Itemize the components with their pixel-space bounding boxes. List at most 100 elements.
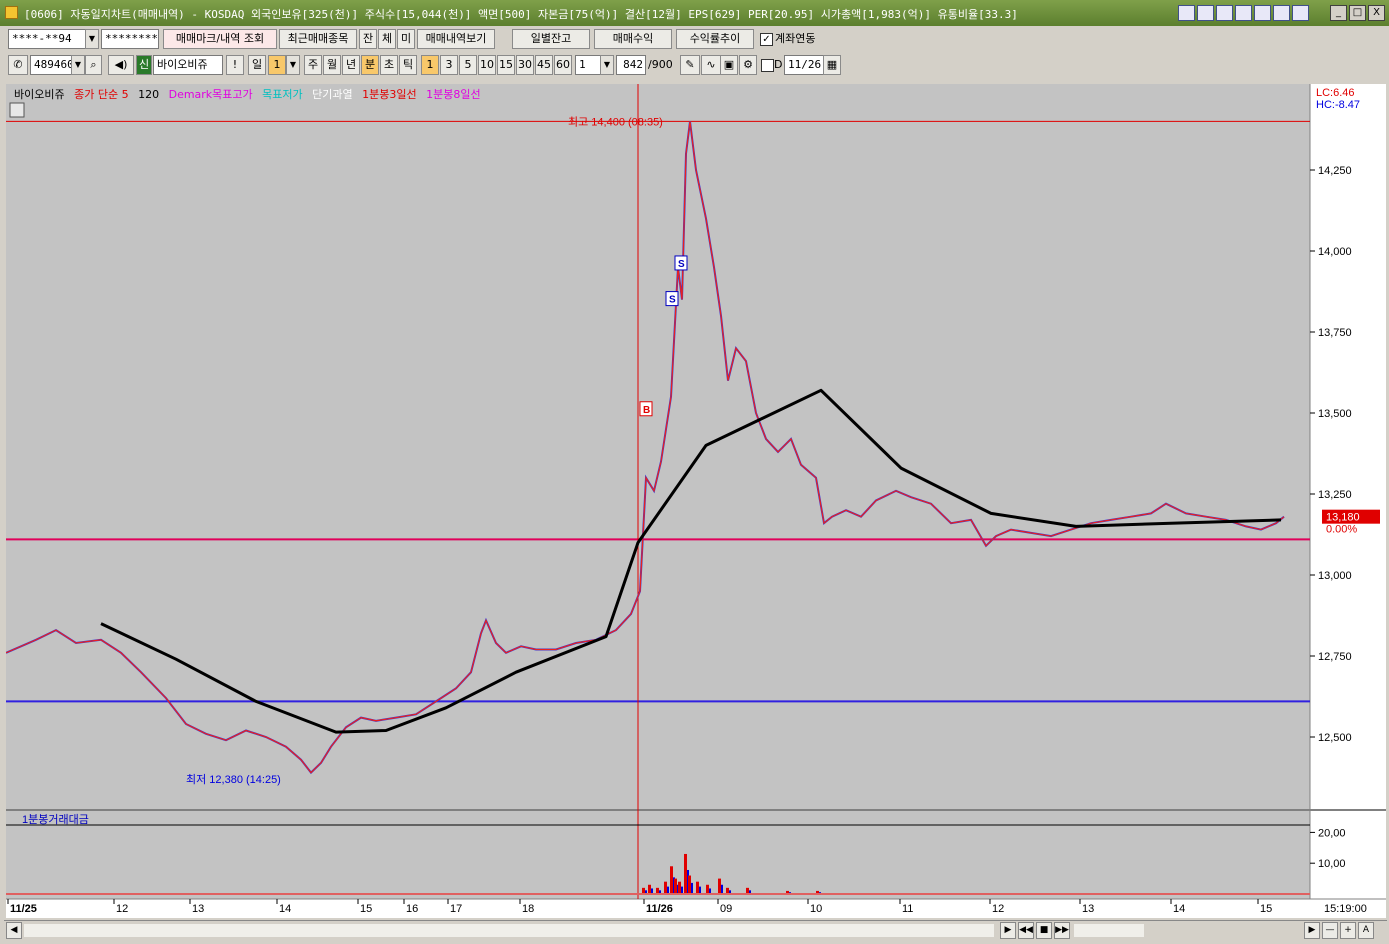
volume-bar [674,878,677,894]
period-weekly-button[interactable]: 주 [304,55,322,75]
phone-icon[interactable]: ✆ [8,55,28,75]
grid-toggle-icon [9,102,25,118]
volume-bar [721,884,723,894]
period-yearly-button[interactable]: 년 [342,55,360,75]
stock-code-input[interactable]: 489460 [30,55,72,75]
calendar-icon[interactable]: ▦ [823,55,841,75]
daily-balance-button[interactable]: 일별잔고 [512,29,590,49]
scroll-right-arrow[interactable]: ▶ [1304,922,1320,939]
current-pct-label: 0.00% [1326,524,1357,536]
return-trend-button[interactable]: 수익률추이 [676,29,754,49]
volume-bar [678,881,681,894]
legend-short-overheat: 단기과열 [312,88,353,101]
hc-label: HC:-8.47 [1316,99,1360,111]
chart-area[interactable]: 14,250 14,000 13,750 13,500 13,250 13,000 12,7… [6,84,1386,918]
period-daily-button[interactable]: 일 [248,55,266,75]
price-tick-label: 12,750 [1318,651,1352,663]
stop-button[interactable]: ■ [1036,922,1052,939]
zoom-in-button[interactable]: + [1340,922,1356,939]
scroll-track[interactable] [24,924,994,937]
trade-profit-button[interactable]: 매매수익 [594,29,672,49]
interval-10-button[interactable]: 10 [478,55,496,75]
interval-45-button[interactable]: 45 [535,55,553,75]
low-annotation: 최저 12,380 (14:25) [186,773,281,786]
current-time-label: 15:19:00 [1324,903,1367,915]
interval-15-button[interactable]: 15 [497,55,515,75]
alert-button[interactable]: ! [226,55,244,75]
close-button[interactable]: X [1368,5,1385,21]
app-icon [5,6,18,19]
interval-3-button[interactable]: 3 [440,55,458,75]
period-monthly-button[interactable]: 월 [323,55,341,75]
fast-forward-button[interactable]: ▶▶ [1054,922,1070,939]
screen-icon[interactable] [1216,5,1233,21]
volume-bar [648,884,651,894]
time-tick-label: 18 [522,903,534,915]
chart-tool-icon[interactable]: ✎ [680,55,700,75]
play-button[interactable]: ▶ [1000,922,1016,939]
executed-button[interactable]: 체 [378,29,396,49]
period-tick-button[interactable]: 틱 [399,55,417,75]
trade-marker-label: S [678,259,685,270]
help-icon[interactable] [1292,5,1309,21]
indicator-icon[interactable]: ∿ [701,55,721,75]
interval-5-button[interactable]: 5 [459,55,477,75]
period-second-button[interactable]: 초 [380,55,398,75]
legend-demark-high: Demark목표고가 [168,88,253,101]
password-field[interactable]: ********* [101,29,159,49]
account-select[interactable]: ****-**94 [8,29,86,49]
custom-interval-field[interactable]: 1 [575,55,601,75]
chart-legend: 바이오비쥬 종가 단순 5 120 Demark목표고가 목표저가 단기과열 1… [14,86,487,102]
account-link-checkbox[interactable]: ✓ [760,33,773,46]
high-annotation: 최고 14,400 (08:35) [568,115,663,128]
period-minute-button[interactable]: 분 [361,55,379,75]
save-icon[interactable]: ▣ [720,55,738,75]
interval-1-button[interactable]: 1 [421,55,439,75]
search-icon[interactable]: ⌕ [85,55,102,75]
volume-tick-label: 10,00 [1318,858,1346,870]
recent-trades-button[interactable]: 최근매매종목 [279,29,357,49]
balance-button[interactable]: 잔 [359,29,377,49]
volume-bar [691,882,693,894]
stock-code-dropdown-arrow[interactable]: ▼ [71,55,85,75]
custom-interval-dropdown-arrow[interactable]: ▼ [600,55,614,75]
maximize-button[interactable]: □ [1349,5,1366,21]
speaker-icon[interactable]: ◀) [108,55,134,75]
time-tick-label: 16 [406,903,418,915]
date-field[interactable]: 11/26 [784,55,824,75]
print-icon[interactable] [1235,5,1252,21]
chart-scrollbar[interactable]: ◀ ▶ ◀◀ ■ ▶▶ — + A ▶ [4,920,1387,940]
price-tick-label: 12,500 [1318,732,1352,744]
trade-marks-query-button[interactable]: 매매마크/내역 조회 [163,29,277,49]
bar-count-field[interactable]: 842 [616,55,646,75]
trade-history-button[interactable]: 매매내역보기 [417,29,495,49]
refresh-icon[interactable] [1197,5,1214,21]
auto-scale-button[interactable]: A [1358,922,1374,939]
zoom-out-button[interactable]: — [1322,922,1338,939]
account-dropdown-arrow[interactable]: ▼ [85,29,99,49]
volume-bar [664,881,667,894]
stock-name-field[interactable]: 바이오비쥬 [153,55,223,75]
layout-icon[interactable] [1254,5,1271,21]
interval-30-button[interactable]: 30 [516,55,534,75]
volume-tick-label: 20,00 [1318,827,1346,839]
trade-marker-label: S [669,295,676,306]
font-icon[interactable] [1273,5,1290,21]
current-price-label: 13,180 [1326,512,1360,524]
minimize-button[interactable]: _ [1330,5,1347,21]
rewind-button[interactable]: ◀◀ [1018,922,1034,939]
legend-target-low: 목표저가 [262,88,303,101]
link-icon[interactable] [1178,5,1195,21]
price-chart-svg[interactable]: 14,250 14,000 13,750 13,500 13,250 13,000 12,7… [6,84,1386,918]
interval-60-button[interactable]: 60 [554,55,572,75]
legend-stock-name: 바이오비쥬 [14,88,65,101]
unfilled-button[interactable]: 미 [397,29,415,49]
date-checkbox[interactable] [761,59,774,72]
period-count-dropdown-arrow[interactable]: ▼ [286,55,300,75]
window-controls: _ □ X [1330,5,1385,21]
settings-icon[interactable]: ⚙ [739,55,757,75]
legend-ma5: 종가 단순 5 [74,88,129,101]
speed-slider[interactable] [1074,924,1144,937]
period-count-field[interactable]: 1 [268,55,286,75]
scroll-left-arrow[interactable]: ◀ [6,922,22,939]
